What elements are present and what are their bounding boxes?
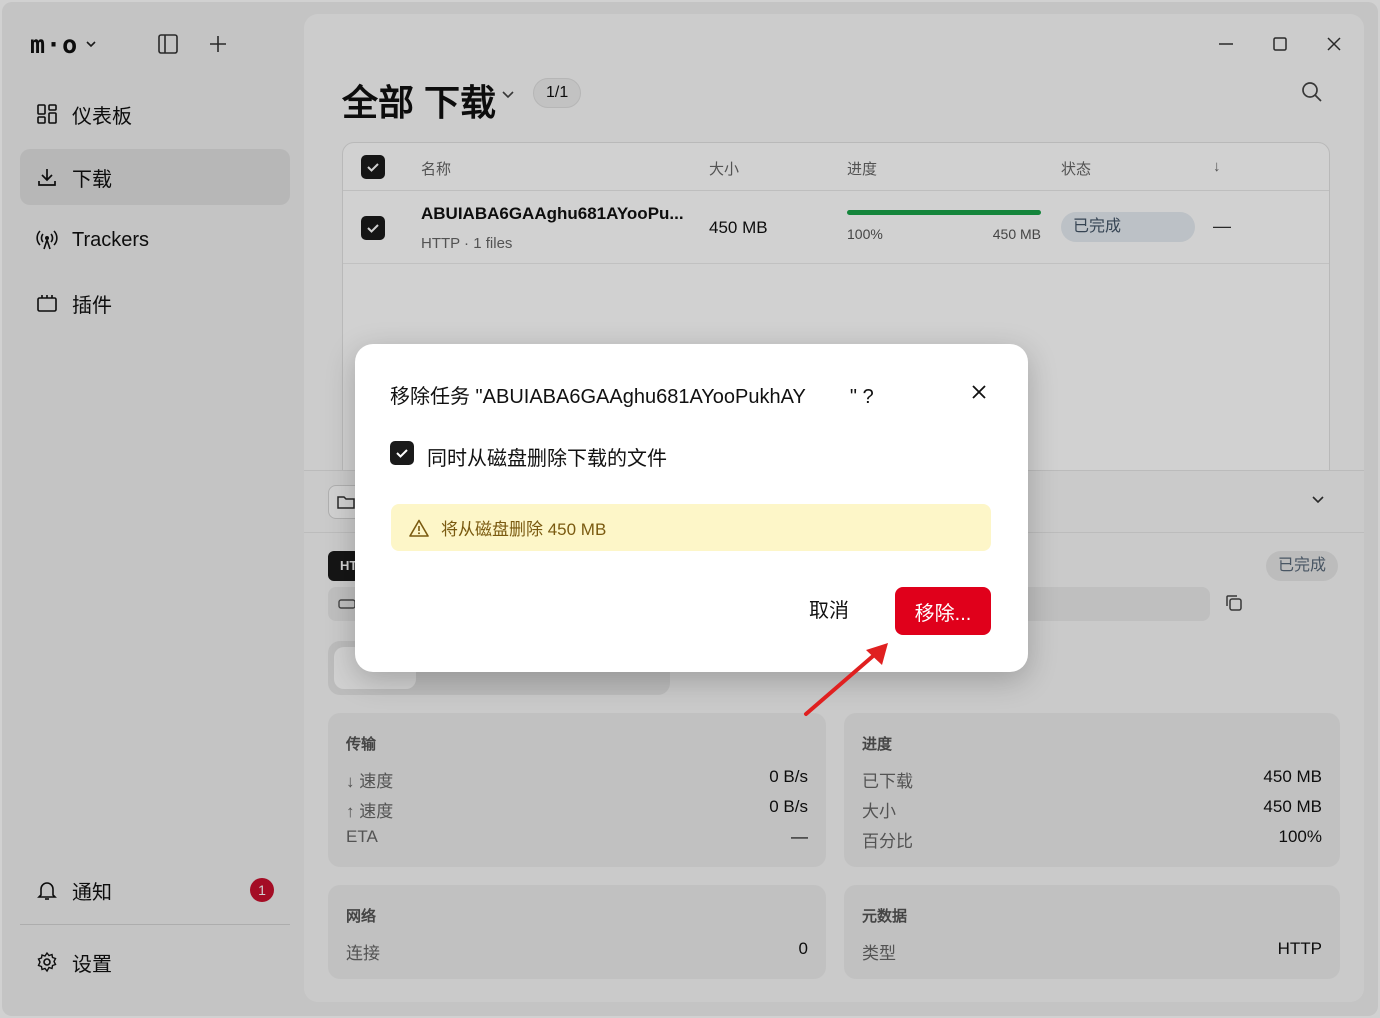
annotation-arrow-icon <box>804 643 888 716</box>
close-icon[interactable] <box>967 380 991 404</box>
warning-icon <box>409 519 429 537</box>
dialog-title: 移除任务 "ABUIABA6GAAghu681AYooPukhAY " ? <box>390 386 874 408</box>
cancel-button[interactable]: 取消 <box>809 594 849 623</box>
remove-task-dialog: 移除任务 "ABUIABA6GAAghu681AYooPukhAY " ? 同时… <box>355 344 1028 672</box>
delete-warning: 将从磁盘删除 450 MB <box>391 504 991 551</box>
delete-files-label[interactable]: 同时从磁盘删除下载的文件 <box>427 442 667 471</box>
delete-files-checkbox[interactable] <box>390 441 414 465</box>
remove-button[interactable]: 移除... <box>895 587 991 635</box>
warning-text: 将从磁盘删除 450 MB <box>441 520 607 539</box>
